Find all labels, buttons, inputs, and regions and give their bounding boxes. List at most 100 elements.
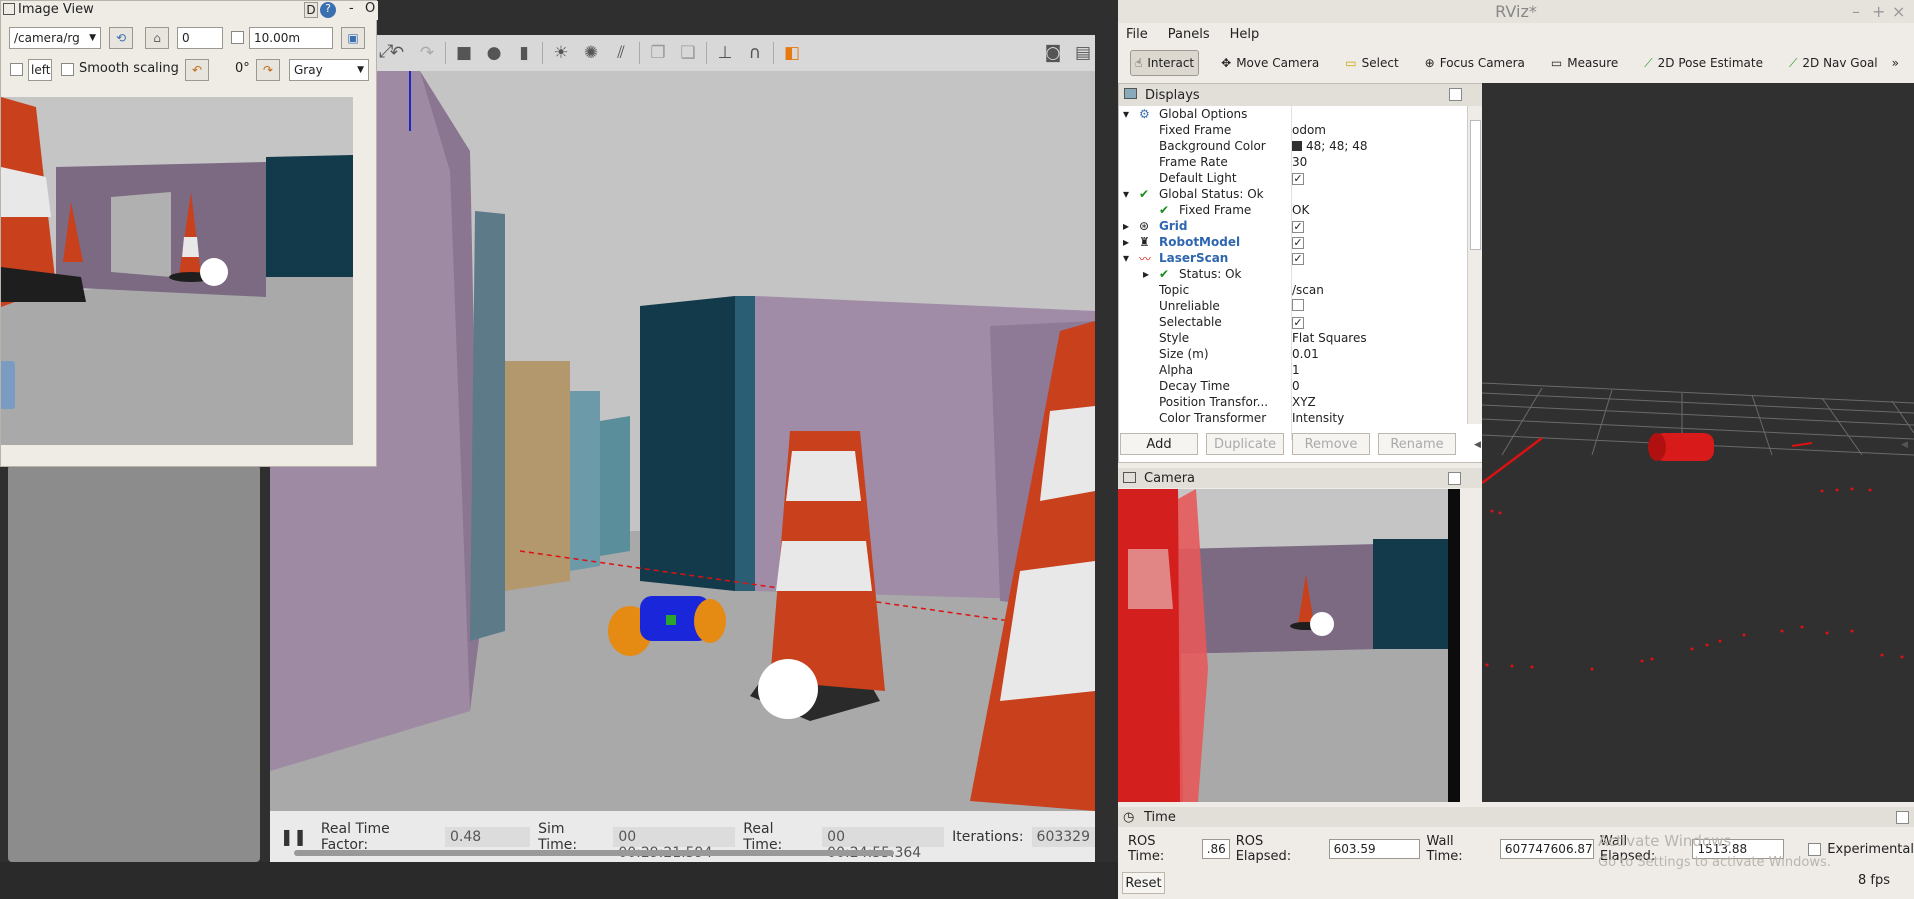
displays-scrollbar[interactable] <box>1467 106 1483 424</box>
duplicate-button[interactable]: Duplicate <box>1206 433 1284 455</box>
snap-icon[interactable]: ∩ <box>743 41 767 65</box>
view-angle-icon[interactable]: ◧ <box>780 41 804 65</box>
scrollbar-thumb[interactable] <box>1470 120 1481 250</box>
undock-checkbox[interactable] <box>1448 472 1461 485</box>
menu-file[interactable]: File <box>1126 27 1148 42</box>
topic-select[interactable]: /camera/rg ▼ <box>9 27 101 49</box>
redo-icon[interactable]: ↷ <box>415 41 439 65</box>
row-global-status[interactable]: ▾ ✔ Global Status: Ok <box>1119 186 1466 202</box>
number-spinbox[interactable]: 0 <box>177 27 223 49</box>
wall-time-field[interactable]: 607747606.87 <box>1499 839 1594 859</box>
move-camera-tool[interactable]: ✥ Move Camera <box>1217 50 1323 76</box>
gazebo-horizontal-scrollbar[interactable] <box>294 850 894 856</box>
row-laserscan[interactable]: ▾ 〰 LaserScan ✓ <box>1119 250 1466 266</box>
undock-checkbox[interactable] <box>1449 88 1462 101</box>
row-style[interactable]: Style Flat Squares <box>1119 330 1466 346</box>
more-tools-icon[interactable]: » <box>1892 56 1899 70</box>
paste-icon[interactable]: ❏ <box>676 41 700 65</box>
collapse-left-icon[interactable]: ◀ <box>1474 440 1481 450</box>
row-position-transformer[interactable]: Position Transfor... XYZ <box>1119 394 1466 410</box>
minimize-icon[interactable]: - <box>349 1 354 16</box>
expand-icon[interactable]: ▾ <box>1123 251 1129 265</box>
record-log-icon[interactable]: ▤ <box>1071 41 1095 65</box>
side-handle[interactable] <box>1 361 15 409</box>
measure-tool[interactable]: ▭ Measure <box>1547 50 1622 76</box>
row-robotmodel[interactable]: ▸ ♜ RobotModel ✓ <box>1119 234 1466 250</box>
rotate-right-button[interactable]: ↷ <box>256 59 280 81</box>
left-input[interactable]: left <box>28 59 52 81</box>
row-frame-rate[interactable]: Frame Rate 30 <box>1119 154 1466 170</box>
close-icon[interactable]: × <box>1892 0 1905 23</box>
gazebo-3d-scene[interactable] <box>270 71 1095 811</box>
row-fixed-frame-status[interactable]: ✔ Fixed Frame OK <box>1119 202 1466 218</box>
interact-tool[interactable]: ☝ Interact <box>1130 50 1200 76</box>
row-selectable[interactable]: Selectable ✓ <box>1119 314 1466 330</box>
pause-icon[interactable]: ❚❚ <box>280 827 307 846</box>
rename-button[interactable]: Rename <box>1378 433 1456 455</box>
row-laserscan-status[interactable]: ▸ ✔ Status: Ok <box>1119 266 1466 282</box>
distance-checkbox[interactable] <box>231 31 244 44</box>
expand-icon[interactable]: ▾ <box>1123 187 1129 201</box>
grid-checkbox[interactable]: ✓ <box>1292 221 1304 233</box>
refresh-topics-button[interactable]: ⟲ <box>109 27 133 49</box>
laserscan-checkbox[interactable]: ✓ <box>1292 253 1304 265</box>
row-size[interactable]: Size (m) 0.01 <box>1119 346 1466 362</box>
align-icon[interactable]: ⊥ <box>713 41 737 65</box>
cylinder-shape-icon[interactable]: ▮ <box>512 41 536 65</box>
maximize-icon[interactable]: + <box>1872 0 1885 23</box>
fullscreen-icon[interactable]: ⤢ <box>379 41 403 65</box>
rviz-camera-view[interactable] <box>1118 489 1460 802</box>
pose-estimate-tool[interactable]: ⟋ 2D Pose Estimate <box>1640 50 1767 76</box>
row-default-light[interactable]: Default Light ✓ <box>1119 170 1466 186</box>
row-global-options[interactable]: ▾ ⚙ Global Options <box>1119 106 1466 122</box>
reset-button[interactable]: Reset <box>1122 872 1165 894</box>
row-background-color[interactable]: Background Color 48; 48; 48 <box>1119 138 1466 154</box>
row-color-transformer[interactable]: Color Transformer Intensity <box>1119 410 1466 426</box>
left-checkbox[interactable] <box>10 63 23 76</box>
color-mode-select[interactable]: Gray ▼ <box>289 59 369 81</box>
select-tool[interactable]: ▭ Select <box>1341 50 1402 76</box>
sphere-shape-icon[interactable]: ● <box>482 41 506 65</box>
directional-light-icon[interactable]: ⫽ <box>609 41 633 65</box>
rviz-3d-view[interactable] <box>1482 83 1914 802</box>
row-topic[interactable]: Topic/scan <box>1119 282 1466 298</box>
add-button[interactable]: Add <box>1120 433 1198 455</box>
box-shape-icon[interactable]: ■ <box>452 41 476 65</box>
row-fixed-frame[interactable]: Fixed Frame odom <box>1119 122 1466 138</box>
default-light-checkbox[interactable]: ✓ <box>1292 173 1304 185</box>
smooth-scaling-checkbox[interactable] <box>61 63 74 76</box>
point-light-icon[interactable]: ☀ <box>549 41 573 65</box>
focus-camera-tool[interactable]: ⊕ Focus Camera <box>1421 50 1529 76</box>
row-grid[interactable]: ▸ ⊛ Grid ✓ <box>1119 218 1466 234</box>
row-unreliable[interactable]: Unreliable <box>1119 298 1466 314</box>
menu-help[interactable]: Help <box>1230 27 1260 42</box>
unreliable-checkbox[interactable] <box>1292 298 1304 311</box>
spot-light-icon[interactable]: ✺ <box>579 41 603 65</box>
minimize-icon[interactable]: – <box>1852 0 1860 23</box>
ros-time-field[interactable]: .86 <box>1201 839 1230 859</box>
robotmodel-checkbox[interactable]: ✓ <box>1292 237 1304 249</box>
o-button[interactable]: O <box>365 1 375 16</box>
rotate-left-button[interactable]: ↶ <box>185 59 209 81</box>
row-alpha[interactable]: Alpha 1 <box>1119 362 1466 378</box>
d-button[interactable]: D <box>304 2 318 18</box>
expand-icon[interactable]: ▸ <box>1123 235 1129 249</box>
remove-button[interactable]: Remove <box>1292 433 1370 455</box>
row-decay-time[interactable]: Decay Time 0 <box>1119 378 1466 394</box>
copy-icon[interactable]: ❐ <box>646 41 670 65</box>
distance-spinbox[interactable]: 10.00m <box>249 27 333 49</box>
nav-goal-tool[interactable]: ⟋ 2D Nav Goal <box>1785 50 1882 76</box>
undock-checkbox[interactable] <box>1896 811 1909 824</box>
menu-panels[interactable]: Panels <box>1168 27 1210 42</box>
expand-icon[interactable]: ▸ <box>1123 219 1129 233</box>
collapse-right-icon[interactable]: ◀ <box>1901 440 1908 450</box>
ros-elapsed-field[interactable]: 603.59 <box>1328 839 1421 859</box>
help-icon[interactable]: ? <box>320 2 336 18</box>
expand-icon[interactable]: ▸ <box>1143 267 1149 281</box>
selectable-checkbox[interactable]: ✓ <box>1292 317 1304 329</box>
zoom-button[interactable]: ⌂ <box>145 27 169 49</box>
save-image-button[interactable]: ▣ <box>341 27 365 49</box>
experimental-checkbox[interactable] <box>1808 842 1822 856</box>
expand-icon[interactable]: ▾ <box>1123 107 1129 121</box>
camera-image[interactable] <box>1 97 353 445</box>
